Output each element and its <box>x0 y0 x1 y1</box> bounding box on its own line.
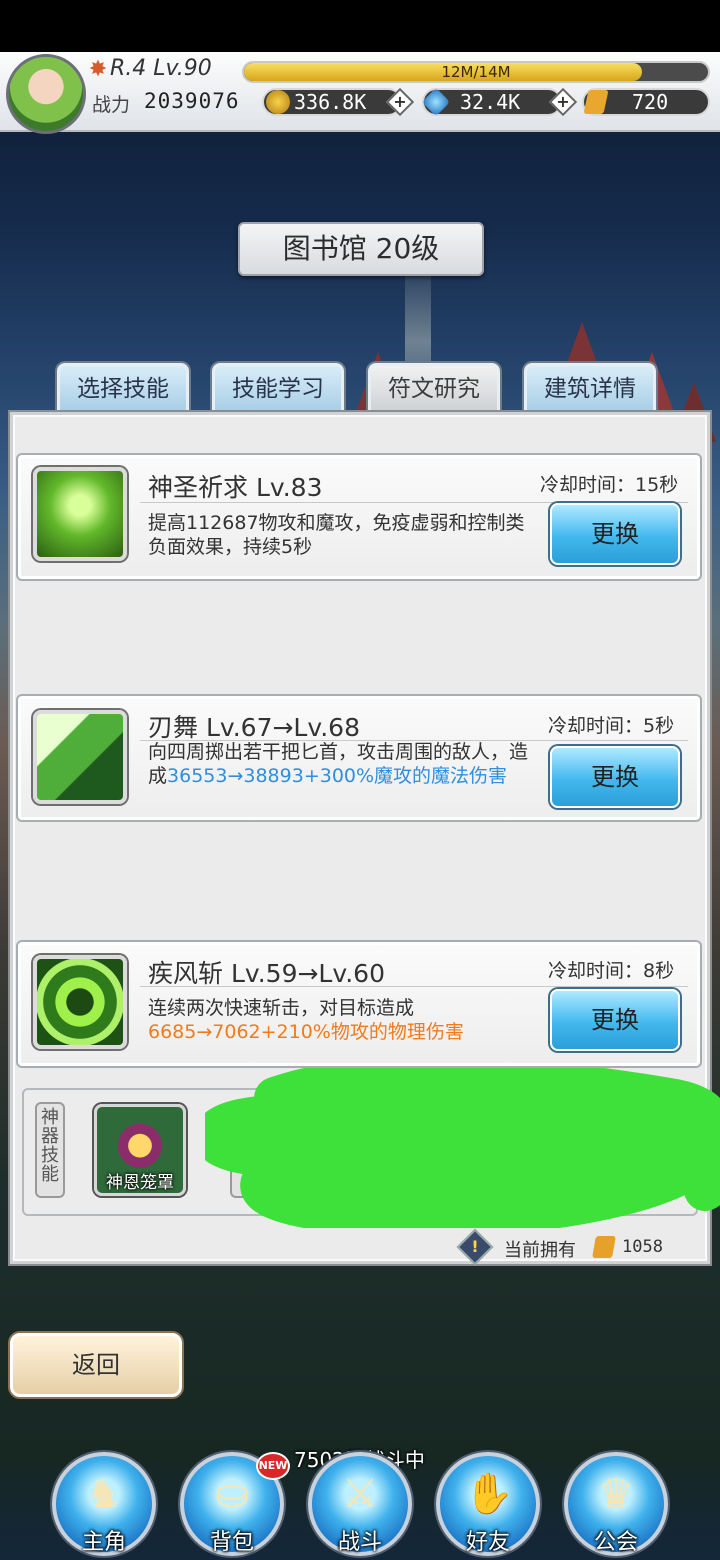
nav-label-guild: 公会 <box>593 1530 638 1555</box>
power-value: 2039076 <box>144 89 240 113</box>
artifact-name: 神恩笼罩 <box>106 1173 174 1193</box>
scroll-value: 720 <box>632 90 669 114</box>
swap-skill-button[interactable]: 更换 <box>550 989 680 1051</box>
divider <box>140 986 688 987</box>
blade-dance-icon <box>33 710 127 804</box>
new-badge: NEW <box>256 1452 290 1480</box>
nav-label-friends: 好友 <box>465 1530 510 1555</box>
tab-select-skill[interactable]: 选择技能 <box>57 363 189 413</box>
plus-icon: + <box>393 92 407 111</box>
desc-text: 连续两次快速斩击，对目标造成 <box>148 997 415 1019</box>
tab-rune-research[interactable]: 符文研究 <box>368 363 500 413</box>
rank-gear-icon: ✸ <box>88 57 108 82</box>
desc-highlight: 6685→7062+210%物攻的物理伤害 <box>148 1021 464 1043</box>
rank-level: R.4 Lv.90 <box>110 56 212 81</box>
page-title: 图书馆 20级 <box>282 232 440 265</box>
hero-icon: ♞ <box>86 1471 122 1517</box>
owned-label: 当前拥有 <box>504 1240 576 1261</box>
skill-cooldown: 冷却时间：5秒 <box>548 715 675 737</box>
exp-text: 12M/14M <box>441 63 511 81</box>
skill-cooldown: 冷却时间：15秒 <box>540 474 679 496</box>
desc-highlight: 36553→38893+300%魔攻的魔法伤害 <box>167 765 508 787</box>
gold-value: 336.8K <box>294 90 367 114</box>
owned-value: 1058 <box>622 1237 663 1257</box>
gold-coin-icon <box>266 90 290 114</box>
wind-slash-icon <box>33 955 127 1049</box>
gem-value: 32.4K <box>460 90 521 114</box>
player-avatar[interactable] <box>6 54 86 134</box>
tab-building-details[interactable]: 建筑详情 <box>524 363 656 413</box>
scroll-icon <box>592 1236 616 1258</box>
skill-description: 提高112687物攻和魔攻，免疫虚弱和控制类负面效果，持续5秒 <box>148 512 525 558</box>
skill-description: 连续两次快速斩击，对目标造成6685→7062+210%物攻的物理伤害 <box>148 996 528 1044</box>
nav-label-hero: 主角 <box>81 1530 126 1555</box>
swap-skill-button[interactable]: 更换 <box>550 503 680 565</box>
swap-skill-button[interactable]: 更换 <box>550 746 680 808</box>
nav-label-backpack: 背包 <box>209 1530 254 1555</box>
power-label: 战力 <box>92 94 131 116</box>
crossed-swords-icon: ⚔ <box>342 1471 378 1517</box>
back-button[interactable]: 返回 <box>10 1333 182 1397</box>
praying-figure-icon <box>33 467 127 561</box>
handshake-icon: ✋ <box>464 1471 514 1517</box>
skill-cooldown: 冷却时间：8秒 <box>548 960 675 982</box>
skill-description: 向四周掷出若干把匕首，攻击周围的敌人，造成36553→38893+300%魔攻的… <box>148 740 528 788</box>
skill-name: 刃舞 Lv.67→Lv.68 <box>148 713 360 742</box>
skill-name: 神圣祈求 Lv.83 <box>148 473 323 502</box>
plus-icon: + <box>556 92 570 111</box>
tab-skill-learning[interactable]: 技能学习 <box>212 363 344 413</box>
redaction-scribble <box>205 1068 720 1228</box>
nav-label-battle: 战斗 <box>337 1530 382 1555</box>
backpack-icon: ⛀ <box>215 1471 249 1517</box>
artifact-skill-label: 神器技能 <box>35 1102 65 1198</box>
guild-crest-icon: ♛ <box>598 1471 634 1517</box>
skill-name: 疾风斩 Lv.59→Lv.60 <box>148 959 385 988</box>
